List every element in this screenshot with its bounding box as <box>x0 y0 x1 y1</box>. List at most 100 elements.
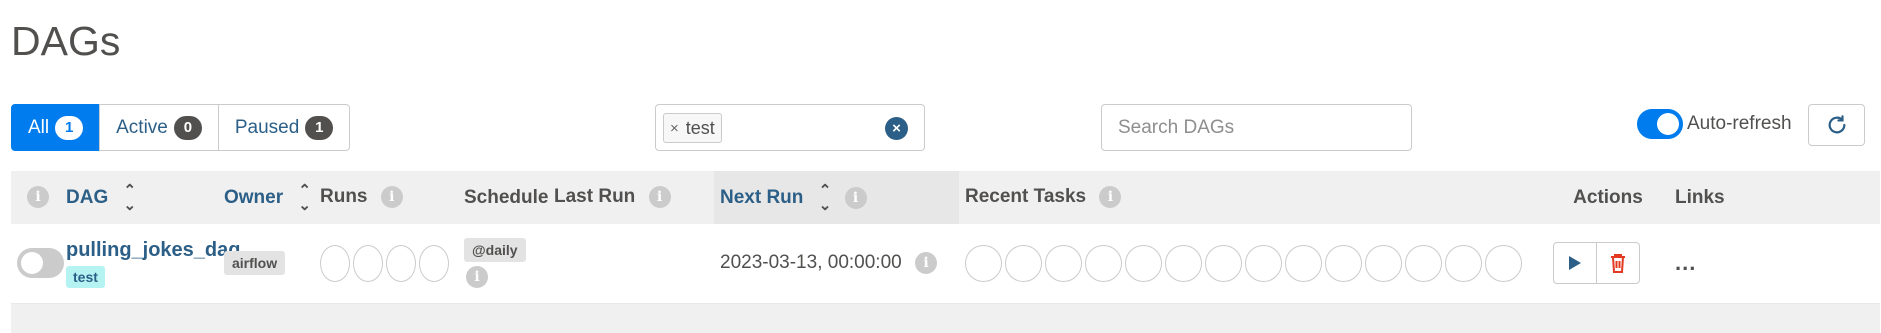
recent-tasks-circles <box>965 244 1541 282</box>
info-icon[interactable]: i <box>844 186 867 209</box>
schedule-cell: @daily i <box>458 224 548 304</box>
task-status-circle[interactable] <box>965 244 1002 282</box>
header-owner-label: Owner <box>224 186 284 208</box>
owner-cell: airflow <box>218 224 314 304</box>
page-title: DAGs <box>11 18 121 64</box>
header-schedule: Schedule <box>458 171 548 224</box>
next-run-cell: 2023-03-13, 00:00:00 i <box>714 224 959 304</box>
dag-cell: pulling_jokes_dag test <box>60 224 240 304</box>
info-icon[interactable]: i <box>915 252 937 275</box>
refresh-button[interactable] <box>1808 104 1865 146</box>
task-status-circle[interactable] <box>1445 244 1482 282</box>
task-status-circle[interactable] <box>1165 244 1202 282</box>
task-status-circle[interactable] <box>1325 244 1362 282</box>
sort-arrows-icon: ⌃ ⌄ <box>818 181 832 214</box>
status-filter-active-count: 0 <box>173 115 202 140</box>
status-filter-paused-count: 1 <box>305 115 334 140</box>
header-links: Links <box>1669 171 1880 224</box>
tag-chip-remove-icon[interactable]: × <box>670 120 679 137</box>
header-actions: Actions <box>1547 171 1669 224</box>
ellipsis-icon[interactable]: ... <box>1675 250 1696 275</box>
header-runs-label: Runs <box>320 186 368 208</box>
switch-knob <box>1657 113 1679 135</box>
table-empty-row <box>11 303 1880 333</box>
info-icon[interactable]: i <box>1099 186 1122 209</box>
delete-dag-button[interactable] <box>1596 242 1640 285</box>
trash-icon <box>1611 254 1625 274</box>
dag-link[interactable]: pulling_jokes_dag <box>66 239 240 262</box>
dag-tag-badge[interactable]: test <box>66 265 105 288</box>
auto-refresh-label: Auto-refresh <box>1687 113 1792 134</box>
sort-arrows-icon: ⌃ ⌄ <box>123 181 137 214</box>
refresh-icon <box>1828 115 1845 134</box>
task-status-circle[interactable] <box>1365 244 1402 282</box>
table-header-row: i DAG ⌃ ⌄ Owner ⌃ ⌄ Runs i Schedule Last R… <box>11 171 1880 224</box>
header-recent-tasks-label: Recent Tasks <box>965 186 1087 208</box>
runs-circles <box>320 244 452 282</box>
table-row: pulling_jokes_dag test airflow @daily i … <box>11 224 1880 304</box>
run-status-circle[interactable] <box>320 244 350 282</box>
trigger-dag-button[interactable] <box>1553 242 1597 285</box>
header-schedule-label: Schedule <box>464 186 549 208</box>
task-status-circle[interactable] <box>1005 244 1042 282</box>
last-run-cell <box>548 224 714 304</box>
actions-cell <box>1547 224 1669 304</box>
status-filter-all[interactable]: All 1 <box>11 104 101 151</box>
run-status-circle[interactable] <box>353 244 383 282</box>
task-status-circle[interactable] <box>1405 244 1442 282</box>
task-status-circle[interactable] <box>1045 244 1082 282</box>
pause-toggle-cell <box>11 224 64 304</box>
empty-row-cell <box>11 303 1880 333</box>
header-runs: Runs i <box>314 171 458 224</box>
auto-refresh-switch[interactable] <box>1637 109 1683 139</box>
header-recent-tasks: Recent Tasks i <box>959 171 1547 224</box>
header-owner[interactable]: Owner ⌃ ⌄ <box>218 171 314 224</box>
info-icon[interactable]: i <box>380 186 403 209</box>
sort-arrows-icon: ⌃ ⌄ <box>298 181 311 214</box>
auto-refresh-control: Auto-refresh <box>1637 109 1792 139</box>
clear-tags-icon[interactable]: × <box>885 117 908 140</box>
info-icon[interactable]: i <box>27 186 49 209</box>
status-filter-all-count: 1 <box>55 115 84 140</box>
recent-tasks-cell <box>959 224 1547 304</box>
header-dag-label: DAG <box>66 186 109 208</box>
next-run-value: 2023-03-13, 00:00:00 <box>720 252 902 274</box>
switch-knob <box>21 252 43 275</box>
task-status-circle[interactable] <box>1285 244 1322 282</box>
task-status-circle[interactable] <box>1485 244 1522 282</box>
status-filter-paused-label: Paused <box>234 116 300 138</box>
header-actions-label: Actions <box>1573 186 1643 208</box>
status-filter-group: All 1 Active 0 Paused 1 <box>11 104 351 151</box>
header-links-label: Links <box>1675 186 1725 208</box>
status-filter-active[interactable]: Active 0 <box>99 104 219 151</box>
pause-toggle-switch[interactable] <box>17 248 64 279</box>
status-filter-active-label: Active <box>116 116 168 138</box>
header-next-run[interactable]: Next Run ⌃ ⌄ i <box>714 171 959 224</box>
info-icon[interactable]: i <box>466 266 488 289</box>
header-dag[interactable]: DAG ⌃ ⌄ <box>60 171 218 224</box>
header-last-run: Last Run i <box>548 171 714 224</box>
schedule-badge[interactable]: @daily <box>464 238 526 263</box>
owner-badge[interactable]: airflow <box>224 251 286 276</box>
header-last-run-label: Last Run <box>554 186 636 208</box>
task-status-circle[interactable] <box>1245 244 1282 282</box>
links-cell: ... <box>1669 224 1880 304</box>
tag-filter-select[interactable]: × test × <box>655 104 925 151</box>
info-icon[interactable]: i <box>648 186 671 209</box>
dags-table: i DAG ⌃ ⌄ Owner ⌃ ⌄ Runs i Schedule Last R… <box>11 171 1880 333</box>
header-next-run-label: Next Run <box>720 186 804 208</box>
status-filter-paused[interactable]: Paused 1 <box>217 104 351 151</box>
header-info: i <box>11 171 60 224</box>
tag-chip-label: test <box>685 117 715 138</box>
run-status-circle[interactable] <box>386 244 416 282</box>
task-status-circle[interactable] <box>1085 244 1122 282</box>
task-status-circle[interactable] <box>1205 244 1242 282</box>
task-status-circle[interactable] <box>1125 244 1162 282</box>
search-dags-input[interactable] <box>1101 104 1412 151</box>
status-filter-all-label: All <box>28 116 50 138</box>
run-status-circle[interactable] <box>419 244 449 282</box>
play-icon <box>1569 256 1581 271</box>
tag-filter-chip: × test <box>663 113 722 143</box>
action-buttons <box>1553 242 1663 285</box>
runs-cell <box>314 224 458 304</box>
